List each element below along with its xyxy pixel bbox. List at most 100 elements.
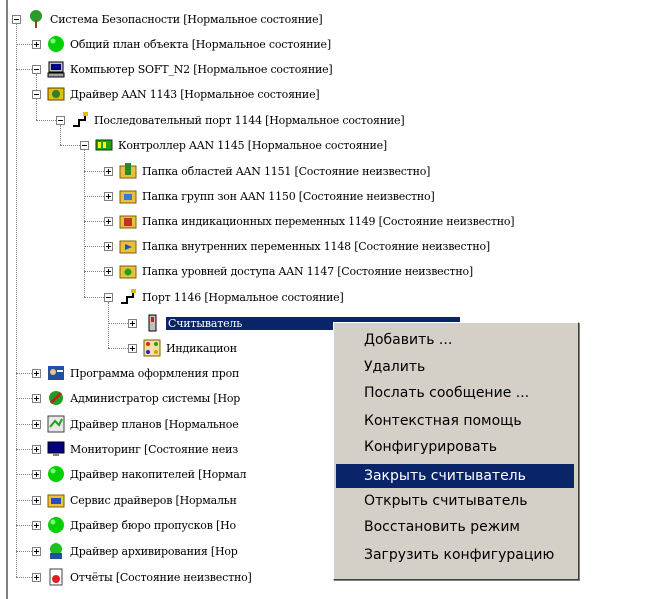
tree-node[interactable]: Папка индикационных переменных 1149 [Сос… [104, 210, 515, 232]
port-icon [119, 288, 137, 306]
tree-node-label[interactable]: Папка индикационных переменных 1149 [Сос… [142, 215, 515, 228]
tree-node[interactable]: Сервис драйверов [Нормальн [32, 489, 237, 511]
expand-toggle-icon[interactable] [32, 520, 41, 530]
tree-node[interactable]: Мониторинг [Состояние неиз [32, 438, 238, 460]
expand-toggle-icon[interactable] [104, 216, 113, 226]
tree-connector [16, 577, 32, 578]
tree-node[interactable]: Программа оформления проп [32, 362, 239, 384]
tree-node-label[interactable]: Драйвер AAN 1143 [Нормальное состояние] [70, 88, 320, 101]
context-menu-item[interactable]: Закрыть считыватель [336, 464, 574, 488]
tree-node-label[interactable]: Драйвер архивирования [Нор [70, 545, 238, 558]
tree-node-label[interactable]: Компьютер SOFT_N2 [Нормальное состояние] [70, 63, 333, 76]
context-menu-item[interactable]: Загрузить конфигурацию [336, 543, 574, 567]
tree-node-label[interactable]: Администратор системы [Нор [70, 392, 240, 405]
tree-node[interactable]: Драйвер планов [Нормальное [32, 413, 239, 435]
tree-node[interactable]: Папка областей AAN 1151 [Состояние неизв… [104, 160, 430, 182]
indicator-icon [143, 339, 161, 357]
tree-node-label[interactable]: Сервис драйверов [Нормальн [70, 494, 237, 507]
driver-icon [47, 85, 65, 103]
expand-toggle-icon[interactable] [32, 546, 41, 556]
tree-node[interactable]: Папка уровней доступа AAN 1147 [Состояни… [104, 260, 473, 282]
tree-node[interactable]: Система Безопасности [Нормальное состоян… [12, 8, 323, 30]
tree-connector [108, 348, 128, 349]
expand-toggle-icon[interactable] [104, 166, 113, 176]
tree-connector [108, 323, 128, 324]
expand-toggle-icon[interactable] [32, 469, 41, 479]
tree-node-label[interactable]: Драйвер накопителей [Нормал [70, 468, 247, 481]
expand-toggle-icon[interactable] [104, 191, 113, 201]
tree-node-label[interactable]: Система Безопасности [Нормальное состоян… [50, 13, 323, 26]
expand-toggle-icon[interactable] [104, 241, 113, 251]
context-menu[interactable]: Добавить ... Удалить Послать сообщение ...… [333, 322, 579, 580]
tree-node-label[interactable]: Папка групп зон AAN 1150 [Состояние неиз… [142, 190, 435, 203]
context-menu-item[interactable]: Конфигурировать [336, 435, 574, 459]
tree-node-label[interactable]: Папка областей AAN 1151 [Состояние неизв… [142, 165, 430, 178]
tree-connector [84, 271, 104, 272]
context-menu-item[interactable]: Добавить ... [336, 328, 574, 352]
tree-node[interactable]: Общий план объекта [Нормальное состояние… [32, 33, 331, 55]
tree-node-label[interactable]: Папка внутренних переменных 1148 [Состоя… [142, 240, 490, 253]
tree-node[interactable]: Драйвер AAN 1143 [Нормальное состояние] [32, 83, 320, 105]
expand-toggle-icon[interactable] [104, 266, 113, 276]
tree-node[interactable]: Драйвер накопителей [Нормал [32, 463, 247, 485]
tree-node-label[interactable]: Контроллер AAN 1145 [Нормальное состояни… [118, 139, 387, 152]
context-menu-item[interactable]: Восстановить режим [336, 515, 574, 539]
tree-connector [16, 449, 32, 450]
tree-connector [84, 297, 104, 298]
tree-node-label[interactable]: Программа оформления проп [70, 367, 239, 380]
tree-connector [84, 150, 85, 297]
tree-node[interactable]: Компьютер SOFT_N2 [Нормальное состояние] [32, 58, 333, 80]
folder-internal-icon [119, 237, 137, 255]
folder-areas-icon [119, 162, 137, 180]
tree-node[interactable]: Последовательный порт 1144 [Нормальное с… [56, 109, 405, 131]
context-menu-item[interactable]: Послать сообщение ... [336, 381, 574, 405]
collapse-toggle-icon[interactable] [80, 140, 89, 150]
tree-node-label[interactable]: Папка уровней доступа AAN 1147 [Состояни… [142, 265, 473, 278]
expand-toggle-icon[interactable] [32, 495, 41, 505]
tree-connector [84, 246, 104, 247]
expand-toggle-icon[interactable] [32, 393, 41, 403]
collapse-toggle-icon[interactable] [104, 292, 113, 302]
monitor-icon [47, 440, 65, 458]
tree-node[interactable]: Отчёты [Состояние неизвестно] [32, 566, 252, 588]
collapse-toggle-icon[interactable] [56, 115, 65, 125]
tree-connector [16, 500, 32, 501]
tree-node-label[interactable]: Мониторинг [Состояние неиз [70, 443, 238, 456]
expand-toggle-icon[interactable] [32, 368, 41, 378]
serial-port-icon [71, 111, 89, 129]
expand-toggle-icon[interactable] [32, 444, 41, 454]
expand-toggle-icon[interactable] [32, 572, 41, 582]
tree-node[interactable]: Контроллер AAN 1145 [Нормальное состояни… [80, 134, 387, 156]
context-menu-item[interactable]: Удалить [336, 355, 574, 379]
tree-node[interactable]: Папка внутренних переменных 1148 [Состоя… [104, 235, 490, 257]
tree-node-label[interactable]: Последовательный порт 1144 [Нормальное с… [94, 114, 405, 127]
tree-node[interactable]: Драйвер архивирования [Нор [32, 540, 238, 562]
tree-connector [84, 196, 104, 197]
tree-node-label[interactable]: Отчёты [Состояние неизвестно] [70, 571, 252, 584]
expand-toggle-icon[interactable] [32, 419, 41, 429]
tree-node[interactable]: Администратор системы [Нор [32, 387, 240, 409]
tree-node[interactable]: Драйвер бюро пропусков [Но [32, 514, 236, 536]
tree-node-label[interactable]: Индикацион [166, 342, 237, 355]
context-menu-item[interactable]: Открыть считыватель [336, 489, 574, 513]
tree-node-label[interactable]: Порт 1146 [Нормальное состояние] [142, 291, 344, 304]
tree-node-label[interactable]: Драйвер планов [Нормальное [70, 418, 239, 431]
expand-toggle-icon[interactable] [128, 343, 137, 353]
tree-connector [16, 424, 32, 425]
expand-toggle-icon[interactable] [32, 39, 41, 49]
tree-node-label[interactable]: Общий план объекта [Нормальное состояние… [70, 38, 331, 51]
tree-node[interactable]: Порт 1146 [Нормальное состояние] [104, 286, 344, 308]
collapse-toggle-icon[interactable] [32, 89, 41, 99]
tree-connector [16, 373, 32, 374]
folder-access-icon [119, 262, 137, 280]
expand-toggle-icon[interactable] [128, 318, 137, 328]
collapse-toggle-icon[interactable] [32, 64, 41, 74]
tree-node[interactable]: Папка групп зон AAN 1150 [Состояние неиз… [104, 185, 435, 207]
tree-connector [16, 398, 32, 399]
controller-icon [95, 136, 113, 154]
context-menu-item[interactable]: Контекстная помощь [336, 409, 574, 433]
tree-node[interactable]: Индикацион [128, 337, 237, 359]
collapse-toggle-icon[interactable] [12, 14, 21, 24]
archive-icon [47, 542, 65, 560]
tree-node-label[interactable]: Драйвер бюро пропусков [Но [70, 519, 236, 532]
